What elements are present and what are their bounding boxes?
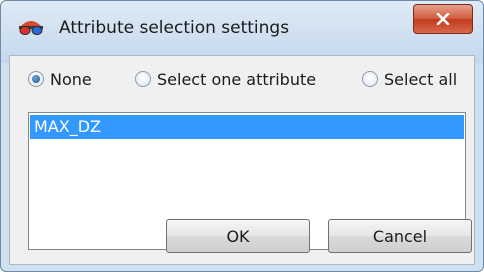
radio-circle-checked [28, 71, 44, 87]
dialog-content: None Select one attribute Select all MAX… [9, 55, 475, 265]
dialog-window: Attribute selection settings None Select… [0, 0, 484, 272]
dialog-title: Attribute selection settings [59, 18, 290, 38]
close-icon [436, 13, 450, 25]
radio-none-label: None [50, 69, 92, 89]
radio-select-one-label: Select one attribute [157, 69, 317, 89]
radio-dot [32, 75, 40, 83]
radio-select-all[interactable]: Select all [362, 64, 457, 94]
title-bar[interactable]: Attribute selection settings [1, 1, 483, 63]
selection-mode-group: None Select one attribute Select all [10, 64, 476, 94]
radio-circle-unchecked [362, 71, 378, 87]
ok-button[interactable]: OK [166, 219, 310, 253]
close-button[interactable] [413, 4, 473, 34]
radio-circle-unchecked [135, 71, 151, 87]
list-item[interactable]: MAX_DZ [30, 115, 464, 139]
app-3d-glasses-icon [18, 18, 44, 36]
cancel-button[interactable]: Cancel [328, 219, 472, 253]
radio-select-all-label: Select all [384, 69, 458, 89]
radio-select-one-attribute[interactable]: Select one attribute [135, 64, 316, 94]
radio-none[interactable]: None [28, 64, 92, 94]
